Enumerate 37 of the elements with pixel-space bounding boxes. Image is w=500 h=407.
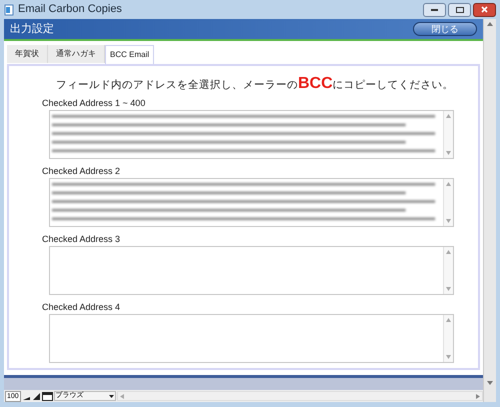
tab[interactable]: BCC Email [105, 45, 154, 64]
scrollbar[interactable] [443, 247, 453, 294]
field-label: Checked Address 2 [42, 165, 122, 177]
close-button[interactable] [473, 2, 496, 16]
horizontal-scrollbar[interactable] [116, 391, 483, 401]
down-arrow-icon[interactable] [446, 355, 451, 359]
down-arrow-icon[interactable] [446, 219, 451, 223]
field-label: Checked Address 1 ~ 400 [42, 97, 146, 109]
up-arrow-icon[interactable] [446, 182, 451, 186]
app-icon [4, 4, 15, 16]
scrollbar[interactable] [443, 179, 453, 226]
scrollbar[interactable] [443, 315, 453, 362]
close-icon [481, 6, 488, 13]
header-title: 出力設定 [10, 22, 54, 37]
left-arrow-icon[interactable] [120, 394, 124, 398]
scrollbar[interactable] [443, 111, 453, 158]
up-arrow-icon[interactable] [446, 318, 451, 322]
down-arrow-icon[interactable] [487, 381, 493, 385]
layout-icon[interactable] [42, 392, 53, 400]
up-arrow-icon[interactable] [446, 250, 451, 254]
tab[interactable]: 通常ハガキ [48, 45, 105, 63]
field-label: Checked Address 3 [42, 233, 122, 245]
down-arrow-icon[interactable] [446, 287, 451, 291]
caret-icon [108, 394, 114, 398]
maximize-button[interactable] [448, 2, 471, 16]
field-label: Checked Address 4 [42, 301, 122, 313]
instruction-text: フィールド内のアドレスを全選択し、メーラーのBCCにコピーしてください。 [56, 74, 455, 94]
window-title: Email Carbon Copies [18, 2, 122, 18]
address-field[interactable] [49, 246, 454, 295]
up-arrow-icon[interactable] [446, 114, 451, 118]
minimize-button[interactable] [423, 2, 446, 16]
vertical-scrollbar[interactable] [483, 19, 496, 402]
right-arrow-icon[interactable] [476, 394, 480, 398]
up-arrow-icon[interactable] [487, 22, 493, 26]
address-field[interactable] [49, 314, 454, 363]
down-arrow-icon[interactable] [446, 151, 451, 155]
tab[interactable]: 年賀状 [7, 45, 48, 63]
